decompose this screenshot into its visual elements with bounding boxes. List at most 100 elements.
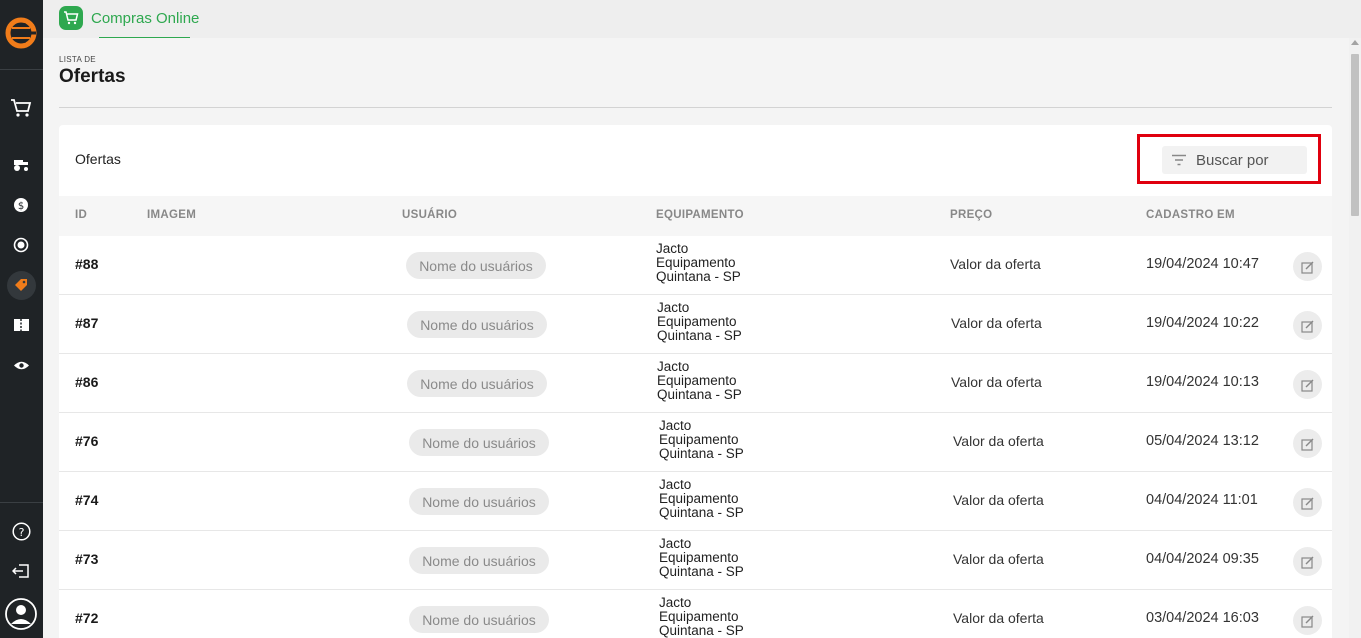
equipment-cell: Jacto Equipamento Quintana - SP (657, 301, 742, 343)
edit-button[interactable] (1293, 606, 1322, 635)
date-cell: 19/04/2024 10:13 (1146, 374, 1259, 390)
th-image[interactable]: IMAGEM (147, 209, 196, 221)
logo-icon[interactable] (4, 16, 38, 50)
equipment-cell: Jacto Equipamento Quintana - SP (657, 360, 742, 402)
equipment-name: Equipamento (659, 491, 739, 506)
sidebar: $ ? (0, 0, 43, 638)
shopping-cart-icon (59, 6, 83, 30)
top-bar: Compras Online (43, 0, 1361, 38)
edit-icon (1300, 438, 1313, 451)
date-cell: 04/04/2024 11:01 (1146, 492, 1258, 508)
edit-icon (1300, 261, 1313, 274)
price-cell: Valor da oferta (953, 492, 1044, 508)
price-cell: Valor da oferta (951, 374, 1042, 390)
ticket-icon[interactable] (9, 313, 33, 337)
dollar-icon[interactable]: $ (9, 193, 33, 217)
edit-button[interactable] (1293, 311, 1322, 340)
user-pill: Nome do usuários (409, 488, 549, 515)
date-cell: 04/04/2024 09:35 (1146, 551, 1259, 567)
row-id: #73 (75, 551, 99, 567)
date-cell: 03/04/2024 16:03 (1146, 610, 1259, 626)
edit-button[interactable] (1293, 370, 1322, 399)
equipment-location: Quintana - SP (659, 564, 744, 579)
equipment-cell: Jacto Equipamento Quintana - SP (656, 242, 741, 284)
equipment-brand: Jacto (659, 536, 692, 551)
page-title: Ofertas (59, 66, 126, 87)
table-row[interactable]: #87 Nome do usuários Jacto Equipamento Q… (59, 295, 1332, 354)
th-id[interactable]: ID (75, 209, 87, 221)
equipment-location: Quintana - SP (657, 328, 742, 343)
highlight-box (1137, 134, 1321, 184)
user-pill: Nome do usuários (409, 547, 549, 574)
svg-text:?: ? (18, 526, 24, 539)
app-tab-underline (99, 37, 190, 38)
equipment-name: Equipamento (659, 550, 739, 565)
th-user[interactable]: USUÁRIO (402, 209, 457, 221)
app-tab[interactable]: Compras Online (59, 6, 199, 30)
equipment-name: Equipamento (657, 314, 737, 329)
price-cell: Valor da oferta (953, 610, 1044, 626)
th-created[interactable]: CADASTRO EM (1146, 209, 1235, 221)
page-divider (59, 107, 1332, 108)
equipment-brand: Jacto (657, 300, 690, 315)
scrollbar[interactable] (1349, 38, 1361, 638)
edit-icon (1300, 615, 1313, 628)
tractor-icon[interactable] (9, 153, 33, 177)
row-id: #72 (75, 610, 99, 626)
table-row[interactable]: #76 Nome do usuários Jacto Equipamento Q… (59, 413, 1332, 472)
date-cell: 19/04/2024 10:47 (1146, 256, 1259, 272)
equipment-brand: Jacto (659, 595, 692, 610)
cart-icon[interactable] (9, 96, 33, 120)
equipment-location: Quintana - SP (659, 446, 744, 461)
eye-icon[interactable] (9, 353, 33, 377)
user-avatar-icon[interactable] (5, 598, 37, 630)
edit-button[interactable] (1293, 488, 1322, 517)
equipment-brand: Jacto (657, 359, 690, 374)
user-pill: Nome do usuários (409, 429, 549, 456)
price-cell: Valor da oferta (953, 433, 1044, 449)
equipment-brand: Jacto (656, 241, 689, 256)
card-title: Ofertas (75, 151, 121, 167)
scroll-up-arrow-icon[interactable] (1351, 40, 1359, 45)
price-cell: Valor da oferta (951, 315, 1042, 331)
offers-card: Ofertas Buscar por ID IMAGEM USUÁRIO EQU… (59, 125, 1332, 638)
user-pill: Nome do usuários (409, 606, 549, 633)
row-id: #88 (75, 256, 99, 272)
edit-button[interactable] (1293, 252, 1322, 281)
tag-icon[interactable] (9, 273, 33, 297)
th-price[interactable]: PREÇO (950, 209, 992, 221)
equipment-cell: Jacto Equipamento Quintana - SP (659, 478, 744, 520)
app-name: Compras Online (91, 9, 200, 27)
table-row[interactable]: #88 Nome do usuários Jacto Equipamento Q… (59, 236, 1332, 295)
user-pill: Nome do usuários (407, 370, 547, 397)
row-id: #74 (75, 492, 99, 508)
scroll-thumb[interactable] (1351, 54, 1359, 216)
row-id: #76 (75, 433, 99, 449)
edit-icon (1300, 497, 1313, 510)
table-row[interactable]: #86 Nome do usuários Jacto Equipamento Q… (59, 354, 1332, 413)
edit-button[interactable] (1293, 429, 1322, 458)
table-row[interactable]: #73 Nome do usuários Jacto Equipamento Q… (59, 531, 1332, 590)
th-equipment[interactable]: EQUIPAMENTO (656, 209, 744, 221)
equipment-name: Equipamento (659, 432, 739, 447)
equipment-location: Quintana - SP (659, 623, 744, 638)
table-row[interactable]: #74 Nome do usuários Jacto Equipamento Q… (59, 472, 1332, 531)
sidebar-divider-bottom (0, 502, 43, 503)
row-id: #86 (75, 374, 99, 390)
edit-icon (1300, 320, 1313, 333)
equipment-location: Quintana - SP (659, 505, 744, 520)
price-cell: Valor da oferta (950, 256, 1041, 272)
page-kicker: LISTA DE (59, 55, 96, 64)
edit-icon (1300, 379, 1313, 392)
equipment-name: Equipamento (657, 373, 737, 388)
equipment-cell: Jacto Equipamento Quintana - SP (659, 596, 744, 638)
date-cell: 19/04/2024 10:22 (1146, 315, 1259, 331)
exchange-icon[interactable] (9, 233, 33, 257)
table-header: ID IMAGEM USUÁRIO EQUIPAMENTO PREÇO CADA… (59, 196, 1332, 236)
equipment-location: Quintana - SP (657, 387, 742, 402)
help-icon[interactable]: ? (9, 519, 33, 543)
equipment-name: Equipamento (656, 255, 736, 270)
logout-icon[interactable] (9, 559, 33, 583)
edit-button[interactable] (1293, 547, 1322, 576)
table-row[interactable]: #72 Nome do usuários Jacto Equipamento Q… (59, 590, 1332, 638)
